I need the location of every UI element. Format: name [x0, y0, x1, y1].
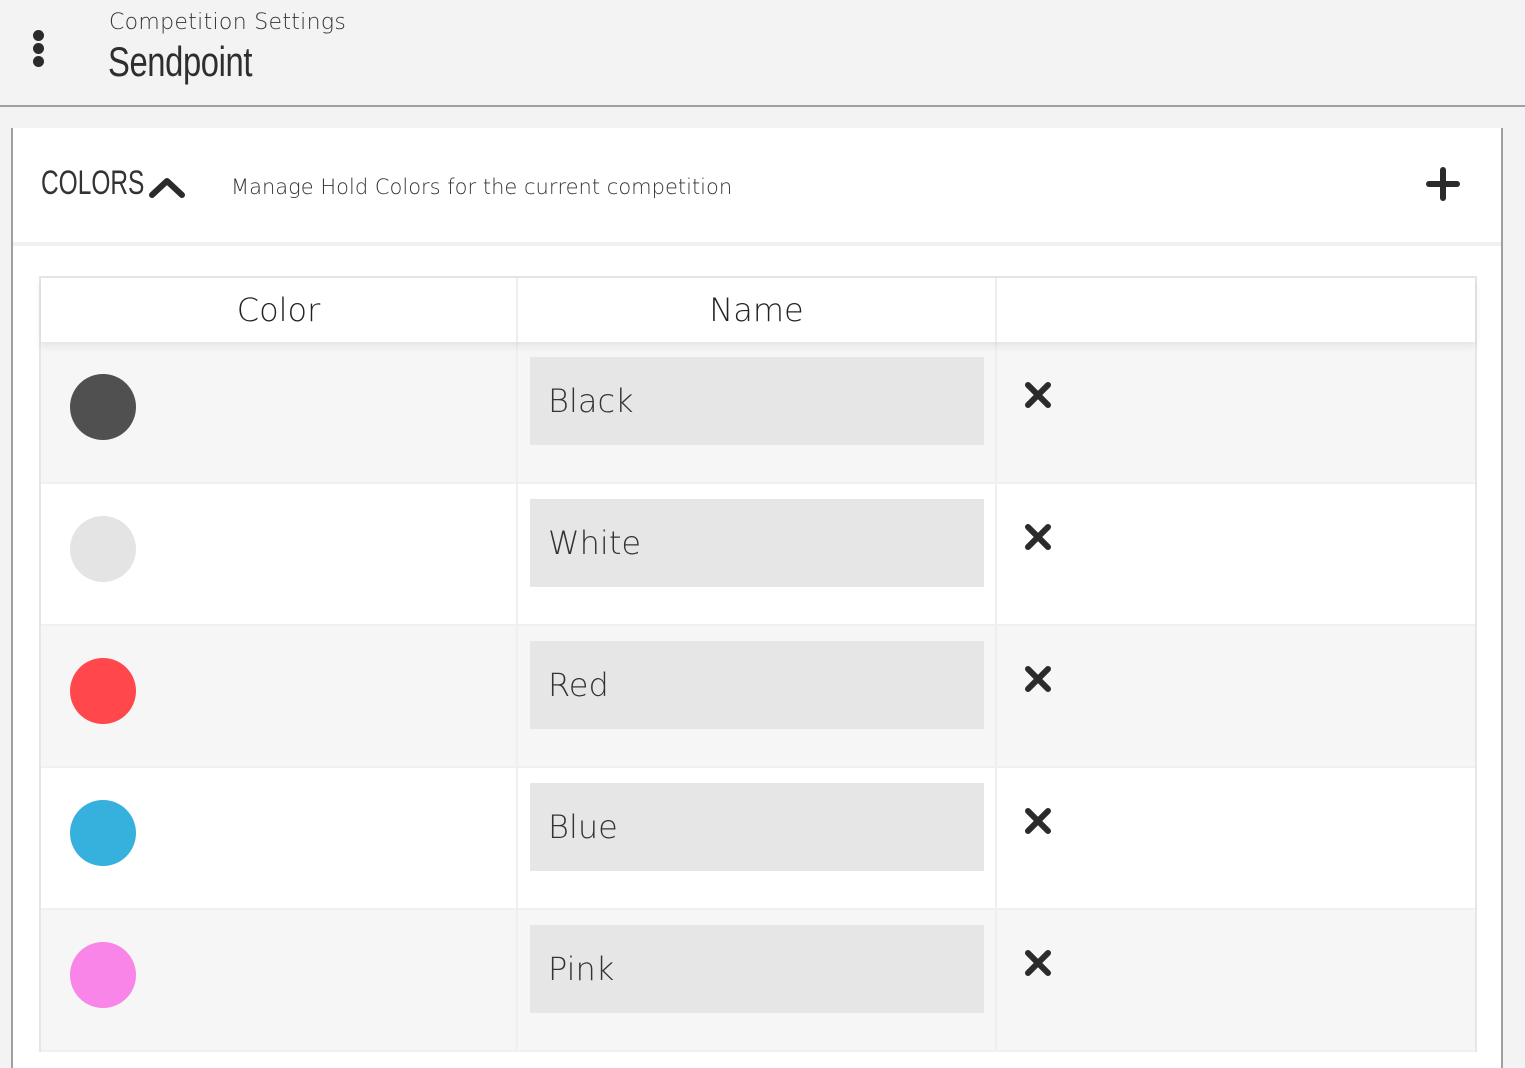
- section-title: COLORS: [41, 164, 145, 202]
- name-cell: [518, 484, 997, 624]
- actions-cell: [997, 342, 1475, 482]
- delete-color-button[interactable]: [1023, 948, 1053, 978]
- delete-color-button[interactable]: [1023, 380, 1053, 410]
- column-header-color: Color: [41, 278, 518, 342]
- table-row: [41, 768, 1475, 910]
- actions-cell: [997, 768, 1475, 908]
- close-icon: [1025, 382, 1051, 408]
- name-cell: [518, 910, 997, 1050]
- plus-icon: [1426, 167, 1460, 201]
- color-name-input[interactable]: [530, 499, 984, 587]
- color-cell: [41, 768, 518, 908]
- collapse-button[interactable]: [147, 174, 187, 200]
- table-row: [41, 626, 1475, 768]
- color-name-input[interactable]: [530, 641, 984, 729]
- delete-color-button[interactable]: [1023, 522, 1053, 552]
- top-bar: Competition Settings Sendpoint: [0, 0, 1525, 107]
- table-header: Color Name: [41, 278, 1475, 342]
- colors-panel: COLORS Manage Hold Colors for the curren…: [11, 128, 1503, 1068]
- column-header-name: Name: [518, 278, 997, 342]
- color-cell: [41, 910, 518, 1050]
- page-title: Sendpoint: [108, 38, 253, 85]
- close-icon: [1025, 524, 1051, 550]
- close-icon: [1025, 808, 1051, 834]
- name-cell: [518, 342, 997, 482]
- color-cell: [41, 484, 518, 624]
- color-swatch[interactable]: [70, 800, 136, 866]
- table-row: [41, 910, 1475, 1052]
- name-cell: [518, 768, 997, 908]
- section-description: Manage Hold Colors for the current compe…: [231, 175, 733, 199]
- delete-color-button[interactable]: [1023, 664, 1053, 694]
- color-swatch[interactable]: [70, 658, 136, 724]
- colors-table: Color Name: [39, 276, 1477, 1052]
- actions-cell: [997, 626, 1475, 766]
- color-swatch[interactable]: [70, 942, 136, 1008]
- color-swatch[interactable]: [70, 516, 136, 582]
- menu-button[interactable]: [28, 30, 50, 68]
- page-subtitle: Competition Settings: [109, 10, 347, 35]
- chevron-up-icon: [149, 178, 185, 198]
- delete-color-button[interactable]: [1023, 806, 1053, 836]
- actions-cell: [997, 910, 1475, 1050]
- color-cell: [41, 626, 518, 766]
- name-cell: [518, 626, 997, 766]
- color-swatch[interactable]: [70, 374, 136, 440]
- table-row: [41, 342, 1475, 484]
- close-icon: [1025, 950, 1051, 976]
- color-name-input[interactable]: [530, 925, 984, 1013]
- color-cell: [41, 342, 518, 482]
- section-header: COLORS Manage Hold Colors for the curren…: [13, 128, 1501, 246]
- color-name-input[interactable]: [530, 357, 984, 445]
- table-row: [41, 484, 1475, 626]
- table-body: [41, 342, 1475, 1052]
- column-header-actions: [997, 278, 1475, 342]
- add-color-button[interactable]: [1425, 166, 1461, 202]
- actions-cell: [997, 484, 1475, 624]
- color-name-input[interactable]: [530, 783, 984, 871]
- close-icon: [1025, 666, 1051, 692]
